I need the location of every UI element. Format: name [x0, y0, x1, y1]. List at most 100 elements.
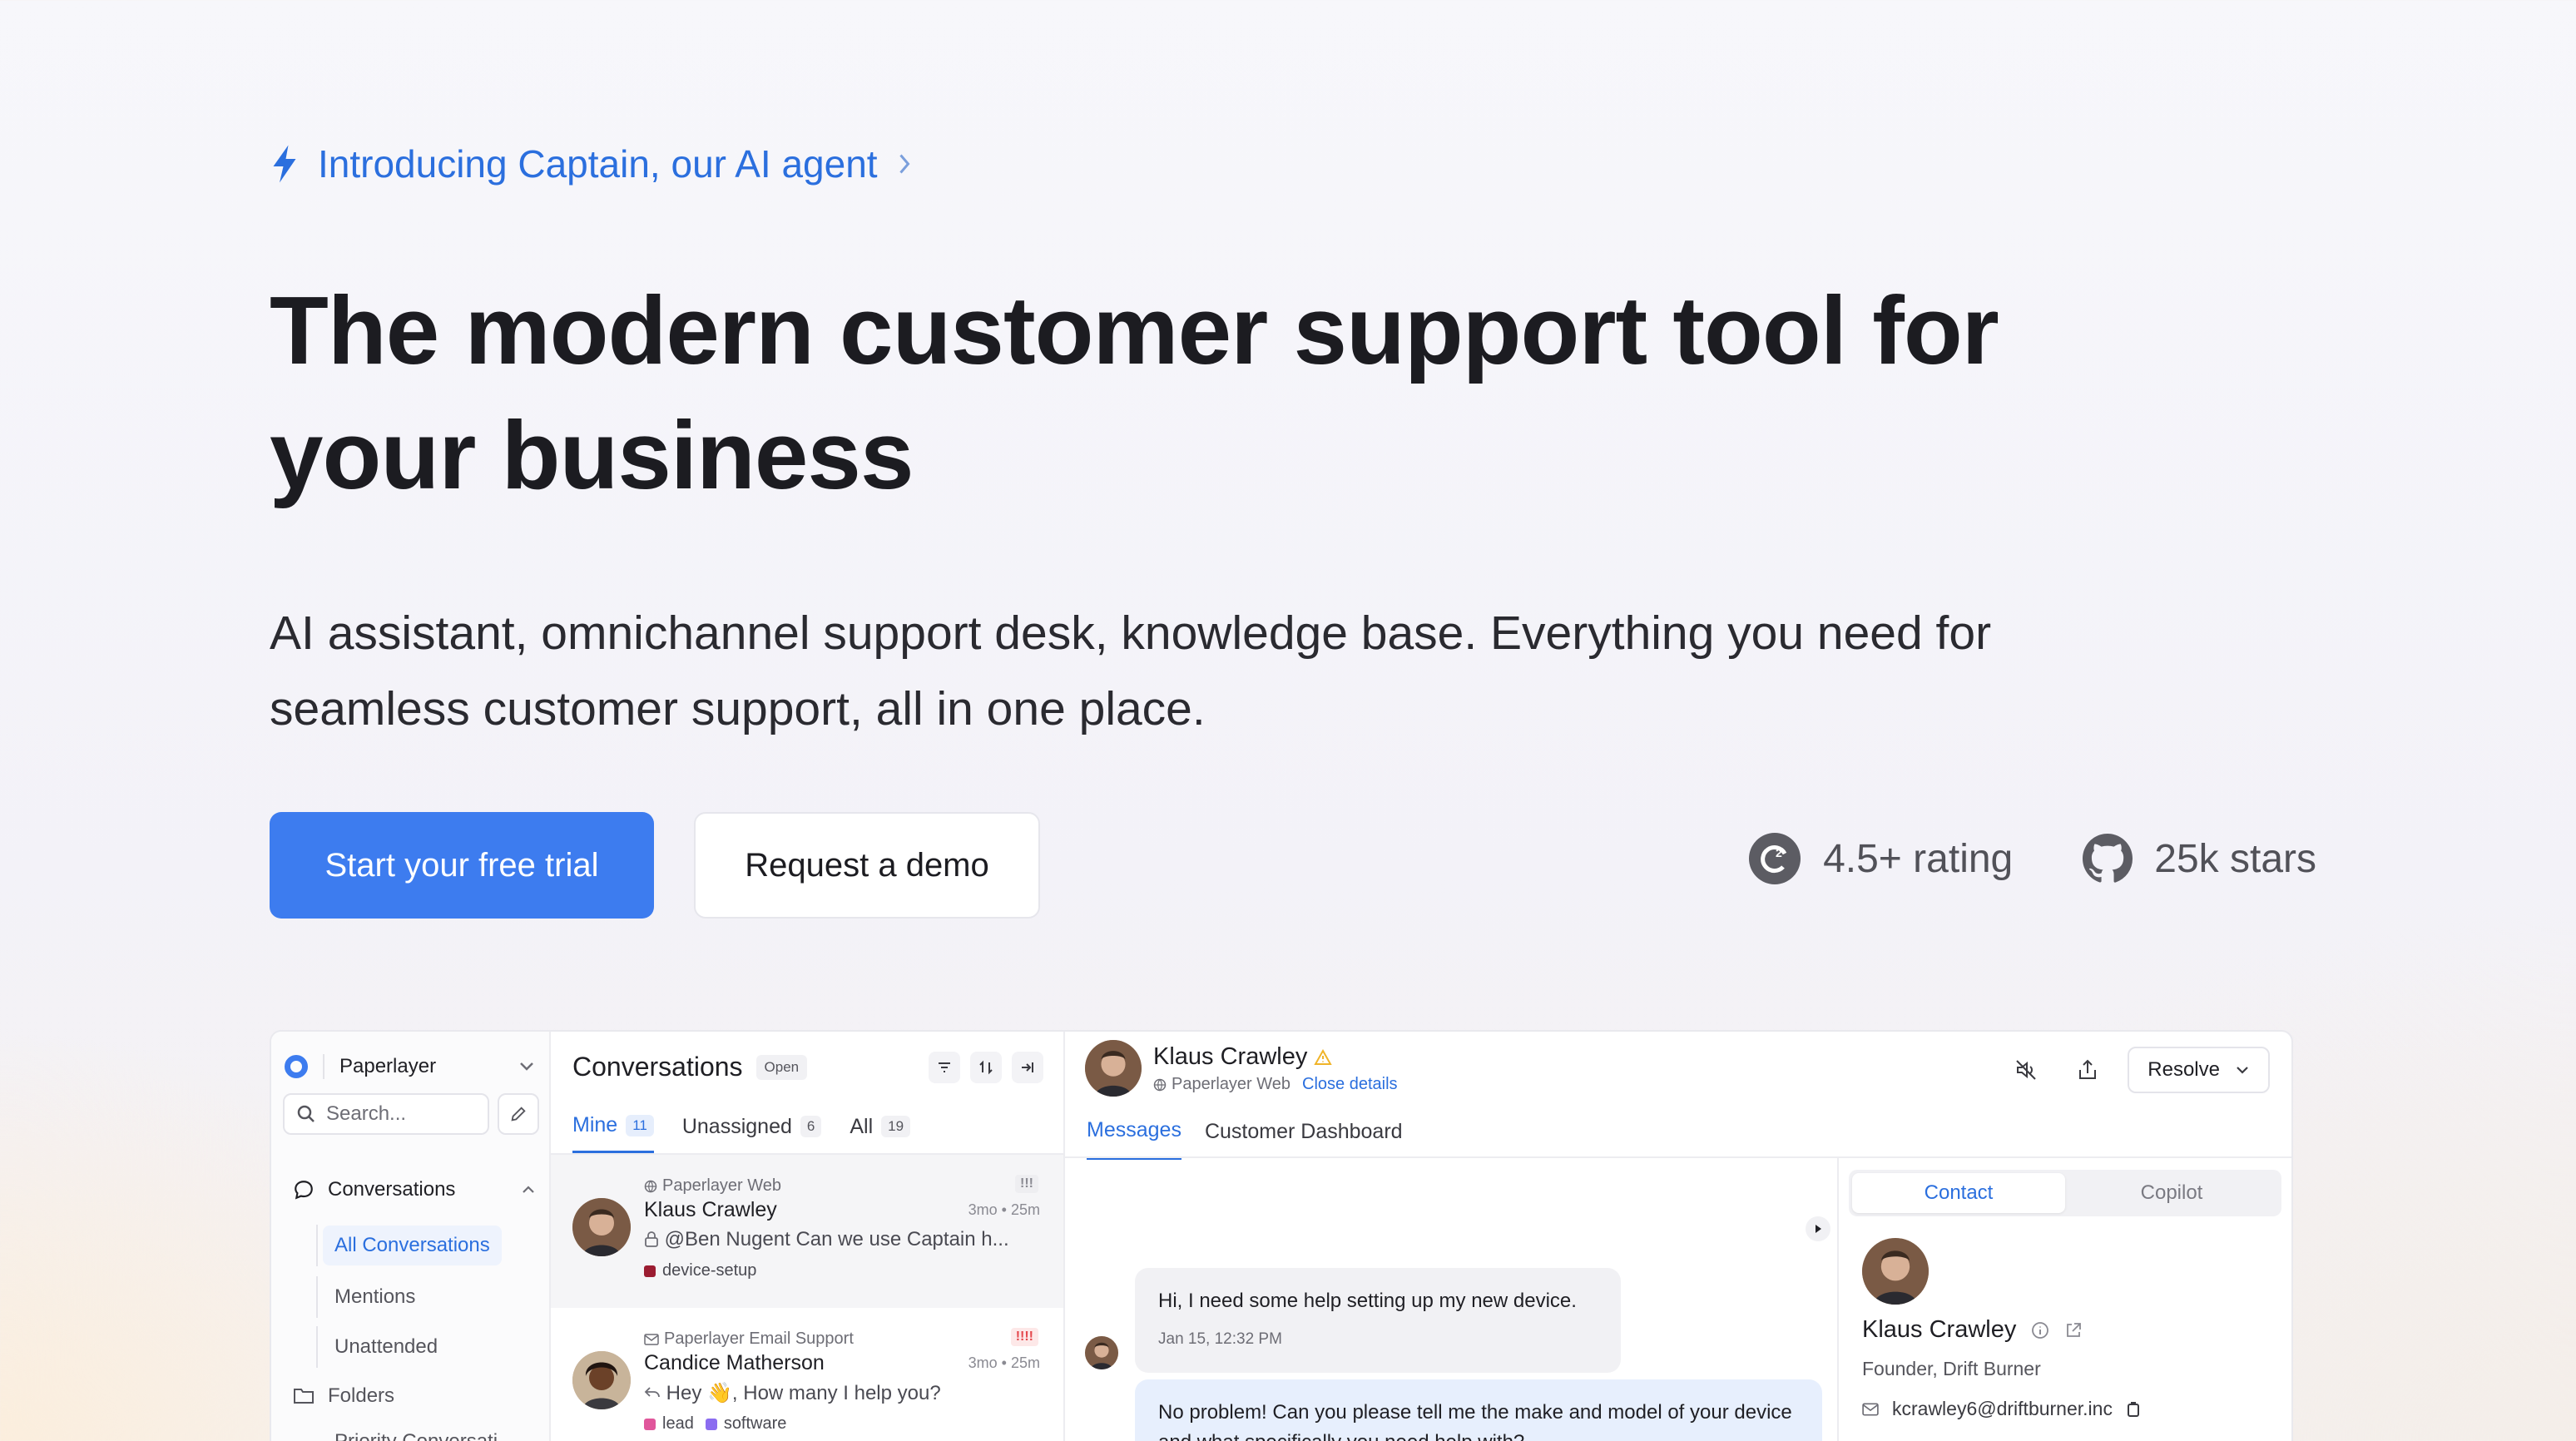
request-demo-button[interactable]: Request a demo	[694, 812, 1040, 919]
warning-icon	[1314, 1048, 1333, 1065]
nav-folder-priority-label: Priority Conversati	[334, 1430, 498, 1441]
avatar	[572, 1351, 631, 1409]
conversation-source: Paperlayer Email Support	[644, 1330, 854, 1349]
tab-customer-dashboard[interactable]: Customer Dashboard	[1205, 1118, 1403, 1160]
filter-button[interactable]	[929, 1052, 960, 1083]
github-icon	[2083, 834, 2133, 883]
nav-folders[interactable]: Folders	[293, 1384, 536, 1408]
sort-icon	[979, 1060, 993, 1075]
close-details-link[interactable]: Close details	[1302, 1075, 1398, 1094]
tab-unassigned[interactable]: Unassigned 6	[682, 1113, 822, 1153]
search-input[interactable]: Search...	[283, 1093, 489, 1135]
chevron-right-icon	[899, 154, 910, 174]
conversation-preview: Hey 👋, How many I help you?	[644, 1381, 1040, 1405]
contact-email-text: kcrawley6@driftburner.inc	[1892, 1398, 2113, 1419]
tab-all[interactable]: All 19	[850, 1113, 911, 1153]
g2-rating[interactable]: 2 4.5+ rating	[1748, 832, 2013, 885]
tab-messages[interactable]: Messages	[1087, 1118, 1181, 1160]
arrow-right-bar-icon	[1022, 1062, 1033, 1072]
conversation-source-label: Paperlayer Email Support	[664, 1330, 854, 1348]
conversation-preview: @Ben Nugent Can we use Captain h...	[644, 1228, 1040, 1251]
github-stars[interactable]: 25k stars	[2083, 834, 2316, 884]
tab-all-count: 19	[881, 1116, 911, 1137]
avatar	[572, 1198, 631, 1256]
contact-source-inbox: Paperlayer Web	[1153, 1075, 1290, 1094]
contact-source: Paperlayer Web Close details	[1153, 1075, 1398, 1094]
workspace-name: Paperlayer	[339, 1055, 437, 1077]
avatar	[1085, 1040, 1142, 1097]
nav-unattended[interactable]: Unattended	[316, 1326, 528, 1368]
contact-avatar	[1862, 1238, 1929, 1305]
workspace-switcher[interactable]: Paperlayer	[285, 1047, 536, 1087]
compose-button[interactable]	[498, 1093, 539, 1135]
tab-mine-label: Mine	[572, 1113, 618, 1136]
contact-source-label: Paperlayer Web	[1172, 1075, 1291, 1093]
search-icon	[297, 1105, 315, 1122]
tab-copilot[interactable]: Copilot	[2065, 1173, 2278, 1213]
pencil-icon	[511, 1107, 526, 1122]
status-badge[interactable]: Open	[755, 1054, 808, 1080]
mute-button[interactable]	[2004, 1048, 2048, 1092]
tag-label: software	[723, 1414, 787, 1433]
nav-folder-priority[interactable]: Priority Conversati	[323, 1421, 523, 1441]
list-item[interactable]: Paperlayer Email Support !!!! Candice Ma…	[551, 1308, 1063, 1441]
nav-mentions[interactable]: Mentions	[316, 1276, 528, 1318]
start-trial-button[interactable]: Start your free trial	[270, 812, 654, 919]
contact-role: Founder, Drift Burner	[1862, 1358, 2041, 1379]
chevron-down-icon	[520, 1062, 533, 1071]
collapse-list-button[interactable]	[1012, 1052, 1043, 1083]
nav-conversations[interactable]: Conversations	[293, 1178, 536, 1201]
conversation-header: Klaus Crawley Paperlayer Web Close detai…	[1065, 1032, 2291, 1107]
tab-contact[interactable]: Contact	[1852, 1173, 2065, 1213]
g2-icon: 2	[1749, 833, 1801, 884]
globe-icon	[644, 1180, 657, 1192]
resolve-button[interactable]: Resolve	[2128, 1047, 2270, 1093]
conversation-time: 3mo • 25m	[968, 1201, 1040, 1218]
folder-icon	[294, 1389, 314, 1404]
globe-icon	[1153, 1078, 1167, 1091]
filter-icon	[939, 1062, 950, 1072]
copy-icon[interactable]	[2126, 1401, 2141, 1418]
share-button[interactable]	[2066, 1048, 2109, 1092]
info-icon[interactable]	[2031, 1321, 2049, 1339]
chevron-down-icon	[2237, 1067, 2248, 1074]
resolve-label: Resolve	[2147, 1058, 2220, 1081]
external-link-icon[interactable]	[2064, 1321, 2083, 1339]
nav-folders-label: Folders	[328, 1384, 395, 1407]
announcement-link[interactable]: Introducing Captain, our AI agent	[270, 141, 913, 186]
list-item[interactable]: Paperlayer Web !!! Klaus Crawley 3mo • 2…	[551, 1155, 1063, 1308]
conversation-tags: device-setup	[644, 1261, 756, 1280]
incoming-message: Hi, I need some help setting up my new d…	[1135, 1268, 1621, 1373]
tag: lead	[644, 1414, 694, 1434]
hero-description: AI assistant, omnichannel support desk, …	[270, 607, 1992, 735]
list-toolbar	[929, 1052, 1043, 1083]
tag: software	[705, 1414, 787, 1434]
svg-text:2: 2	[1776, 846, 1782, 859]
expand-panel-button[interactable]	[1806, 1216, 1830, 1241]
tab-mine-count: 11	[626, 1114, 654, 1136]
conversation-body: Hi, I need some help setting up my new d…	[1065, 1156, 2291, 1441]
search-placeholder: Search...	[326, 1102, 407, 1125]
conversation-list-panel: Conversations Open Mine 11 Unassigned 6	[551, 1032, 1065, 1441]
chevron-up-icon	[523, 1186, 534, 1193]
app-preview: Paperlayer Search... Conversations All C…	[270, 1030, 2293, 1441]
message-text: No problem! Can you please tell me the m…	[1158, 1401, 1792, 1441]
nav-all-conversations-label: All Conversations	[323, 1226, 502, 1265]
rating-text: 4.5+ rating	[1823, 836, 2014, 881]
nav-all-conversations[interactable]: All Conversations	[316, 1225, 528, 1266]
lightning-icon	[273, 145, 296, 183]
tag-label: lead	[662, 1414, 694, 1433]
conversation-view-tabs: Messages Customer Dashboard	[1087, 1118, 1403, 1160]
contact-panel-name: Klaus Crawley	[1862, 1316, 2083, 1344]
priority-badge: !!!!	[1010, 1328, 1038, 1346]
sort-button[interactable]	[970, 1052, 1002, 1083]
outgoing-message: No problem! Can you please tell me the m…	[1135, 1379, 1822, 1441]
social-proof: 2 4.5+ rating 25k stars	[1748, 832, 2316, 885]
conversations-header: Conversations Open	[572, 1052, 808, 1082]
sidebar: Paperlayer Search... Conversations All C…	[271, 1032, 551, 1441]
conversation-preview-text: Hey 👋, How many I help you?	[666, 1382, 941, 1404]
tab-mine[interactable]: Mine 11	[572, 1113, 654, 1153]
nav-conversations-label: Conversations	[328, 1178, 456, 1201]
conversation-actions: Resolve	[2004, 1047, 2270, 1093]
conversations-title: Conversations	[572, 1052, 743, 1082]
